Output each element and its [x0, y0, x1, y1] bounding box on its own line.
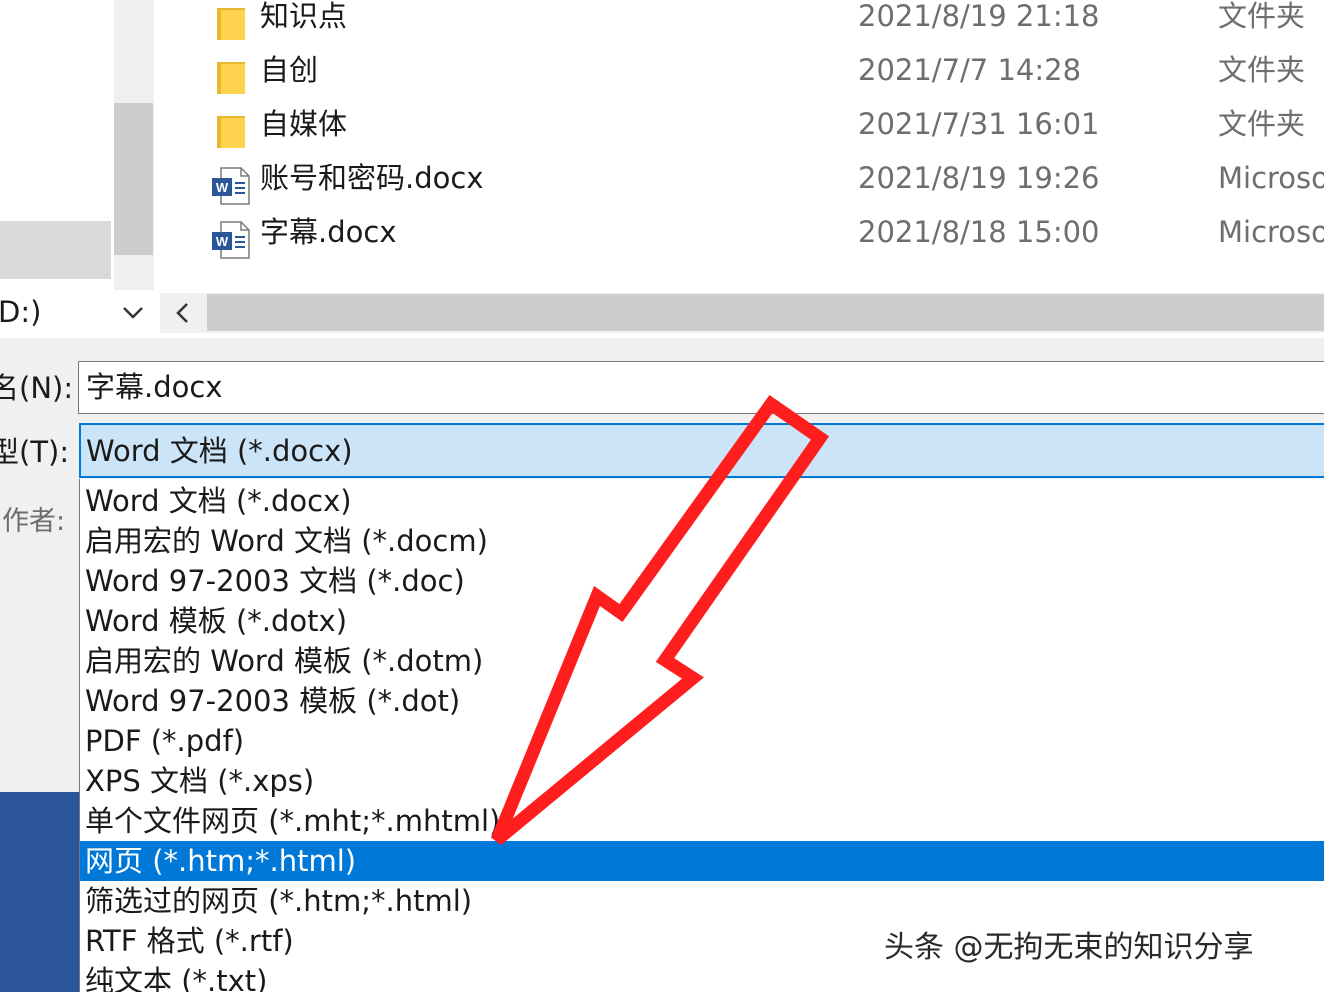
dropdown-option[interactable]: Word 文档 (*.docx) — [80, 481, 1324, 521]
dropdown-option[interactable]: Word 97-2003 文档 (*.doc) — [80, 561, 1324, 601]
file-name: 自媒体 — [260, 107, 348, 141]
dropdown-option[interactable]: 筛选过的网页 (*.htm;*.html) — [80, 881, 1324, 921]
file-name: 自创 — [260, 53, 319, 87]
dropdown-option-selected[interactable]: 网页 (*.htm;*.html) — [80, 841, 1324, 881]
file-name: 账号和密码.docx — [260, 161, 484, 195]
dropdown-option[interactable]: 启用宏的 Word 模板 (*.dotm) — [80, 641, 1324, 681]
dropdown-option[interactable]: XPS 文档 (*.xps) — [80, 761, 1324, 801]
file-row[interactable]: W 字幕.docx 2021/8/18 15:00 Microso — [205, 212, 1324, 266]
svg-text:W: W — [216, 234, 229, 249]
file-name: 知识点 — [260, 0, 348, 33]
chevron-left-icon[interactable] — [166, 296, 198, 330]
filename-value: 字幕.docx — [86, 370, 223, 404]
file-type-dropdown[interactable]: Word 文档 (*.docx) 启用宏的 Word 文档 (*.docm) W… — [79, 479, 1324, 992]
chevron-down-icon[interactable] — [118, 296, 148, 328]
file-date: 2021/8/18 15:00 — [858, 215, 1100, 249]
folder-icon — [217, 116, 245, 148]
file-type-value: Word 文档 (*.docx) — [86, 434, 353, 468]
file-name: 字幕.docx — [260, 215, 397, 249]
file-row[interactable]: 自媒体 2021/7/31 16:01 文件夹 — [205, 104, 1324, 158]
nav-scrollbar-thumb[interactable] — [114, 103, 153, 255]
author-label: 作者: — [2, 506, 66, 537]
filename-input[interactable] — [78, 361, 1324, 414]
taskbar-peek — [0, 792, 79, 992]
file-type-label: 型(T): — [0, 435, 70, 469]
nav-selected-item[interactable] — [0, 221, 111, 279]
filename-label: 名(N): — [0, 371, 74, 405]
file-date: 2021/7/31 16:01 — [858, 107, 1100, 141]
drive-label: D:) — [0, 295, 42, 329]
dropdown-option[interactable]: Word 97-2003 模板 (*.dot) — [80, 681, 1324, 721]
watermark: 头条 @无拘无束的知识分享 — [884, 930, 1254, 965]
file-date: 2021/7/7 14:28 — [858, 53, 1082, 87]
file-row[interactable]: 自创 2021/7/7 14:28 文件夹 — [205, 50, 1324, 104]
file-date: 2021/8/19 19:26 — [858, 161, 1100, 195]
file-type: Microso — [1218, 215, 1324, 249]
horizontal-scrollbar-thumb[interactable] — [207, 294, 1324, 331]
dropdown-option[interactable]: 单个文件网页 (*.mht;*.mhtml) — [80, 801, 1324, 841]
svg-text:W: W — [216, 180, 229, 195]
word-doc-icon: W — [212, 167, 250, 205]
file-date: 2021/8/19 21:18 — [858, 0, 1100, 33]
dropdown-option[interactable]: PDF (*.pdf) — [80, 721, 1324, 761]
folder-icon — [217, 62, 245, 94]
folder-icon — [217, 8, 245, 40]
dropdown-option[interactable]: 启用宏的 Word 文档 (*.docm) — [80, 521, 1324, 561]
file-type: 文件夹 — [1218, 53, 1306, 87]
dropdown-option[interactable]: Word 模板 (*.dotx) — [80, 601, 1324, 641]
file-row[interactable]: 知识点 2021/8/19 21:18 文件夹 — [205, 0, 1324, 50]
file-type: 文件夹 — [1218, 0, 1306, 33]
word-doc-icon: W — [212, 221, 250, 259]
file-type: Microso — [1218, 161, 1324, 195]
file-type: 文件夹 — [1218, 107, 1306, 141]
file-row[interactable]: W 账号和密码.docx 2021/8/19 19:26 Microso — [205, 158, 1324, 212]
